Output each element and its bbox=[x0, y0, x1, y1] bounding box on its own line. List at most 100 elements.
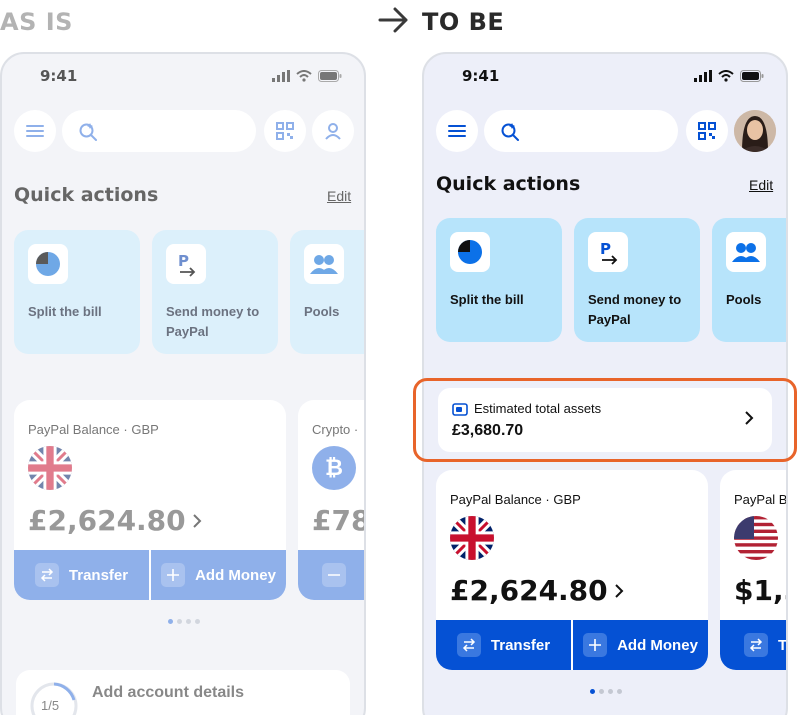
balance-amount: £78 bbox=[312, 504, 366, 537]
wifi-icon bbox=[718, 70, 734, 82]
balance-actions: T bbox=[720, 620, 788, 670]
add-money-button[interactable]: Add Money bbox=[573, 620, 708, 670]
transfer-label: T bbox=[778, 636, 788, 654]
account-details-title: Add account details bbox=[92, 684, 245, 701]
quick-action-label: Send money to PayPal bbox=[166, 304, 260, 339]
balance-amount[interactable]: £2,624.80 bbox=[450, 574, 624, 607]
paypal-send-icon: P bbox=[166, 244, 206, 284]
battery-icon bbox=[740, 70, 764, 82]
wifi-icon bbox=[296, 70, 312, 82]
plus-icon bbox=[583, 633, 608, 657]
search-bar[interactable] bbox=[62, 110, 256, 152]
quick-action-pools[interactable]: Pools bbox=[712, 218, 786, 342]
pie-chart-icon bbox=[28, 244, 68, 284]
transfer-button[interactable]: Transfer bbox=[14, 550, 151, 600]
us-flag-icon bbox=[734, 516, 778, 560]
menu-button[interactable] bbox=[14, 110, 56, 152]
carousel-dots bbox=[168, 619, 200, 624]
quick-actions-title: Quick actions bbox=[14, 184, 159, 206]
as-is-phone: 9:41 Quick actions Edit Split the bill P… bbox=[0, 52, 366, 715]
people-icon bbox=[304, 244, 344, 284]
profile-button[interactable] bbox=[312, 110, 354, 152]
status-time: 9:41 bbox=[462, 67, 500, 85]
quick-action-send-paypal[interactable]: P Send money to PayPal bbox=[152, 230, 278, 354]
qr-code-icon bbox=[276, 122, 294, 140]
menu-icon bbox=[26, 125, 44, 137]
menu-button[interactable] bbox=[436, 110, 478, 152]
quick-action-split-bill[interactable]: Split the bill bbox=[14, 230, 140, 354]
add-money-label: Add Money bbox=[195, 566, 276, 584]
quick-action-label: Send money to PayPal bbox=[588, 292, 682, 327]
balance-card-title: PayPal B bbox=[734, 492, 788, 507]
transfer-button[interactable]: Transfer bbox=[436, 620, 573, 670]
signal-icon bbox=[694, 70, 712, 82]
balance-actions: Transfer Add Money bbox=[14, 550, 286, 600]
balance-card-gbp[interactable]: PayPal Balance · GBP £2,624.80 Transfer bbox=[14, 400, 286, 600]
as-is-heading: AS IS bbox=[0, 8, 73, 36]
transfer-label: Transfer bbox=[68, 566, 129, 584]
transfer-button[interactable]: T bbox=[720, 620, 788, 670]
quick-action-label: Split the bill bbox=[28, 304, 102, 319]
balance-card-title: PayPal Balance · GBP bbox=[28, 422, 159, 437]
balance-amount-value: $1,5 bbox=[734, 574, 786, 607]
quick-action-label: Split the bill bbox=[450, 292, 524, 307]
arrow-right-icon bbox=[378, 6, 410, 34]
edit-link[interactable]: Edit bbox=[327, 188, 351, 204]
progress-text: 1/5 bbox=[41, 698, 60, 713]
add-money-label: Add Money bbox=[617, 636, 698, 654]
balance-card-usd[interactable]: PayPal B $1,5 T bbox=[720, 470, 788, 670]
svg-text:P: P bbox=[600, 240, 611, 258]
balance-amount-value: £2,624.80 bbox=[28, 504, 186, 537]
people-icon bbox=[726, 232, 766, 272]
status-icons bbox=[272, 70, 342, 82]
edit-link[interactable]: Edit bbox=[749, 177, 773, 193]
plus-icon bbox=[161, 563, 186, 587]
uk-flag-icon bbox=[28, 446, 72, 490]
transfer-button[interactable] bbox=[298, 550, 364, 600]
signal-icon bbox=[272, 70, 290, 82]
qr-button[interactable] bbox=[264, 110, 306, 152]
quick-action-send-paypal[interactable]: P Send money to PayPal bbox=[574, 218, 700, 342]
balance-card-gbp[interactable]: PayPal Balance · GBP £2,624.80 Transfer bbox=[436, 470, 708, 670]
balance-card-title: PayPal Balance · GBP bbox=[450, 492, 581, 507]
quick-actions-title: Quick actions bbox=[436, 173, 581, 195]
transfer-icon bbox=[456, 633, 481, 657]
status-icons bbox=[694, 70, 764, 82]
balance-card-crypto[interactable]: Crypto · ₿ £78 bbox=[298, 400, 366, 600]
ai-search-icon bbox=[79, 123, 97, 141]
carousel-dots bbox=[590, 689, 622, 694]
pie-chart-icon bbox=[450, 232, 490, 272]
add-money-button[interactable]: Add Money bbox=[151, 550, 286, 600]
battery-icon bbox=[318, 70, 342, 82]
account-details-card[interactable]: 1/5 Add account details bbox=[16, 670, 350, 715]
qr-button[interactable] bbox=[686, 110, 728, 152]
balance-amount[interactable]: £2,624.80 bbox=[28, 504, 202, 537]
quick-action-split-bill[interactable]: Split the bill bbox=[436, 218, 562, 342]
qr-code-icon bbox=[698, 122, 716, 140]
avatar[interactable] bbox=[734, 110, 776, 152]
minus-icon bbox=[322, 563, 346, 587]
quick-action-pools[interactable]: Pools bbox=[290, 230, 364, 354]
search-bar[interactable] bbox=[484, 110, 678, 152]
balance-amount-value: £78 bbox=[312, 504, 366, 537]
quick-action-label: Pools bbox=[726, 292, 762, 307]
balance-amount: $1,5 bbox=[734, 574, 786, 607]
chevron-right-icon bbox=[192, 513, 202, 528]
balance-card-title: Crypto · bbox=[312, 422, 359, 437]
balance-actions: Transfer Add Money bbox=[436, 620, 708, 670]
uk-flag-icon bbox=[450, 516, 494, 560]
user-icon bbox=[325, 123, 341, 140]
to-be-heading: TO BE bbox=[422, 8, 505, 36]
balance-actions bbox=[298, 550, 364, 600]
ai-search-icon bbox=[501, 123, 519, 141]
chevron-right-icon bbox=[614, 583, 624, 598]
change-highlight-outline bbox=[413, 378, 797, 462]
avatar-photo bbox=[734, 110, 776, 152]
menu-icon bbox=[448, 125, 466, 137]
quick-action-label: Pools bbox=[304, 304, 340, 319]
bitcoin-icon: ₿ bbox=[312, 446, 356, 490]
transfer-icon bbox=[744, 633, 768, 657]
comparison-stage: AS IS TO BE 9:41 Quick actions Edit Spli… bbox=[0, 0, 800, 715]
balance-amount-value: £2,624.80 bbox=[450, 574, 608, 607]
status-time: 9:41 bbox=[40, 67, 78, 85]
